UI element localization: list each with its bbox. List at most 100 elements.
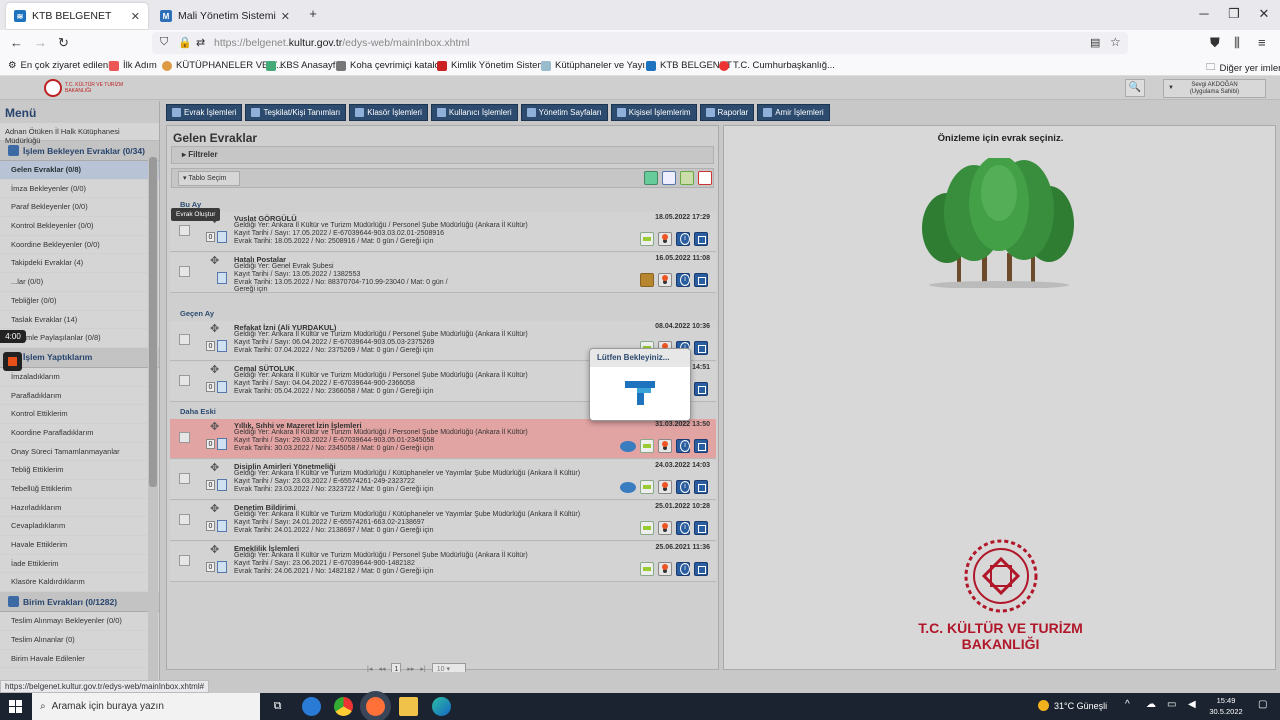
move-icon[interactable]: ✥ (210, 420, 219, 433)
recording-stop-button[interactable] (3, 352, 22, 371)
info-icon[interactable] (676, 480, 690, 494)
move-icon[interactable]: ✥ (210, 363, 219, 376)
menu-button[interactable]: Teşkilat/Kişi Tanımları (245, 104, 347, 121)
windows-start-icon[interactable] (9, 700, 22, 713)
group-header[interactable]: Bu Ay (171, 200, 714, 211)
medal-icon[interactable] (658, 273, 672, 287)
task-view-icon[interactable]: ⧉ (268, 697, 287, 716)
notifications-icon[interactable]: ▢ (1258, 699, 1267, 710)
document-icon[interactable] (217, 438, 227, 450)
edit-icon[interactable] (694, 480, 708, 494)
bookmark-item[interactable]: Kütüphaneler ve Yayı... (541, 60, 653, 71)
group-header[interactable]: Geçen Ay (171, 309, 714, 320)
sidebar-item[interactable]: Tebliğler (0/0) (0, 292, 159, 311)
sidebar-item[interactable]: Paraf Bekleyenler (0/0) (0, 198, 159, 218)
sidebar-item[interactable]: Hazırladıklarım (0, 499, 159, 518)
document-icon[interactable] (217, 520, 227, 532)
close-window-icon[interactable]: ✕ (1254, 6, 1274, 22)
edge-icon[interactable] (432, 697, 451, 716)
sidebar-item[interactable]: Klasöre Kaldırdıklarım (0, 573, 159, 593)
sidebar-item[interactable]: İmza Bekleyenler (0/0) (0, 180, 159, 199)
sidebar-item[interactable]: Koordine Bekleyenler (0/0) (0, 236, 159, 255)
lock-icon[interactable]: 🔒 (178, 36, 192, 49)
tab-ktb-belgenet[interactable]: ≋ KTB BELGENET ✕ (6, 3, 148, 29)
medal-icon[interactable] (658, 232, 672, 246)
info-icon[interactable] (676, 562, 690, 576)
edge-legacy-icon[interactable] (302, 697, 321, 716)
clock[interactable]: 15:49 30.5.2022 (1206, 695, 1246, 717)
bookmark-item[interactable]: ⚙ En çok ziyaret edilenler (8, 60, 119, 71)
document-icon[interactable] (217, 381, 227, 393)
sidebar-item[interactable]: Tebliğ Ettiklerim (0, 461, 159, 480)
table-row[interactable]: ✥ 0 Disiplin Amirleri Yönetmeliği Geldiği Y… (170, 460, 716, 500)
menu-button[interactable]: Kullanıcı İşlemleri (430, 104, 518, 121)
document-icon[interactable] (217, 231, 227, 243)
address-bar[interactable]: ⛉ 🔒 ⇄ https://belgenet.kultur.gov.tr/edy… (152, 32, 1128, 54)
new-tab-button[interactable]: + (303, 6, 323, 21)
table-select-button[interactable]: ▾ Tablo Seçim (178, 171, 240, 186)
edit-icon[interactable] (694, 562, 708, 576)
medal-icon[interactable] (658, 439, 672, 453)
taskbar-search[interactable]: ⌕ Aramak için buraya yazın (32, 693, 260, 720)
volume-icon[interactable]: ◀ (1188, 699, 1196, 710)
briefcase-icon[interactable] (640, 273, 654, 287)
move-icon[interactable]: ✥ (210, 461, 219, 474)
table-row[interactable]: ✥ 0 Yıllık, Sıhhi ve Mazeret İzin İşlemler… (170, 419, 716, 459)
close-tab-icon[interactable]: ✕ (281, 10, 290, 23)
table-row[interactable]: ✥ 0 Emeklilik İşlemleri Geldiği Yer: Ankara… (170, 542, 716, 582)
edit-icon[interactable] (694, 232, 708, 246)
reload-icon[interactable]: ↻ (58, 35, 69, 51)
row-checkbox[interactable] (179, 266, 190, 277)
back-icon[interactable]: ← (10, 35, 23, 50)
menu-button[interactable]: Klasör İşlemleri (349, 104, 428, 121)
sidebar-item[interactable]: Cevapladıklarım (0, 517, 159, 537)
search-button[interactable]: 🔍 (1125, 79, 1145, 97)
sidebar-item[interactable]: Havale Ettiklerim (0, 536, 159, 555)
sidebar-item[interactable]: Teslim Alınmayı Bekleyenler (0/0) (0, 612, 159, 631)
sidebar-item[interactable]: Koordine Parafladıklarım (0, 424, 159, 443)
move-icon[interactable]: ✥ (210, 254, 219, 267)
bookmark-star-icon[interactable]: ☆ (1110, 35, 1121, 49)
sidebar-item[interactable]: İmzaladıklarım (0, 368, 159, 387)
export-icon[interactable] (644, 171, 658, 185)
comment-icon[interactable] (620, 481, 636, 493)
sidebar-item[interactable]: ...lar (0/0) (0, 273, 159, 292)
bookmark-item[interactable]: KBS Anasayfa (266, 60, 341, 71)
edit-icon[interactable] (694, 341, 708, 355)
sidebar-item[interactable]: Teslim Alınanlar (0) (0, 631, 159, 650)
tab-mali-yonetim[interactable]: M Mali Yönetim Sistemi ✕ (152, 3, 298, 29)
edit-icon[interactable] (694, 439, 708, 453)
sidebar-item[interactable]: Gelen Evraklar (0/8) (0, 161, 159, 180)
chevron-up-icon[interactable]: ^ (1125, 699, 1130, 710)
chrome-icon[interactable] (334, 697, 353, 716)
other-bookmarks[interactable]: 🗀 Diğer yer imleri (1206, 60, 1280, 76)
shield-icon[interactable]: ⛉ (160, 36, 168, 49)
medal-icon[interactable] (658, 562, 672, 576)
table-row[interactable]: ✥ 0 Denetim Bildirimi Geldiği Yer: Ankara İ… (170, 501, 716, 541)
forward-icon[interactable] (640, 562, 654, 576)
row-checkbox[interactable] (179, 555, 190, 566)
reader-view-icon[interactable]: ▤ (1090, 36, 1100, 49)
row-checkbox[interactable] (179, 334, 190, 345)
sidebar-item[interactable]: Kontrol Ettiklerim (0, 405, 159, 424)
info-icon[interactable] (676, 273, 690, 287)
excel-icon[interactable] (680, 171, 694, 185)
sidebar-scrollbar[interactable] (148, 157, 158, 693)
document-icon[interactable] (217, 561, 227, 573)
sidebar-item[interactable]: Parafladıklarım (0, 387, 159, 406)
sidebar-item[interactable]: Kontrol Bekleyenler (0/0) (0, 217, 159, 236)
minimize-icon[interactable]: ─ (1194, 6, 1214, 21)
row-checkbox[interactable] (179, 473, 190, 484)
user-menu[interactable]: ▼ Sevgi AKDOĞAN (Uygulama Sahibi) (1163, 79, 1266, 98)
sidebar-item[interactable]: Takipdeki Evraklar (4) (0, 254, 159, 274)
info-icon[interactable] (676, 521, 690, 535)
filters-toggle[interactable]: ▸ Filtreler (171, 146, 714, 164)
medal-icon[interactable] (658, 480, 672, 494)
row-checkbox[interactable] (179, 225, 190, 236)
maximize-icon[interactable]: ❐ (1224, 6, 1244, 22)
forward-icon[interactable] (640, 521, 654, 535)
forward-icon[interactable] (640, 232, 654, 246)
display-icon[interactable]: ▭ (1167, 699, 1176, 710)
menu-button[interactable]: Kişisel İşlemlerim (610, 104, 697, 121)
bookmark-item[interactable]: İlk Adım (109, 60, 157, 71)
